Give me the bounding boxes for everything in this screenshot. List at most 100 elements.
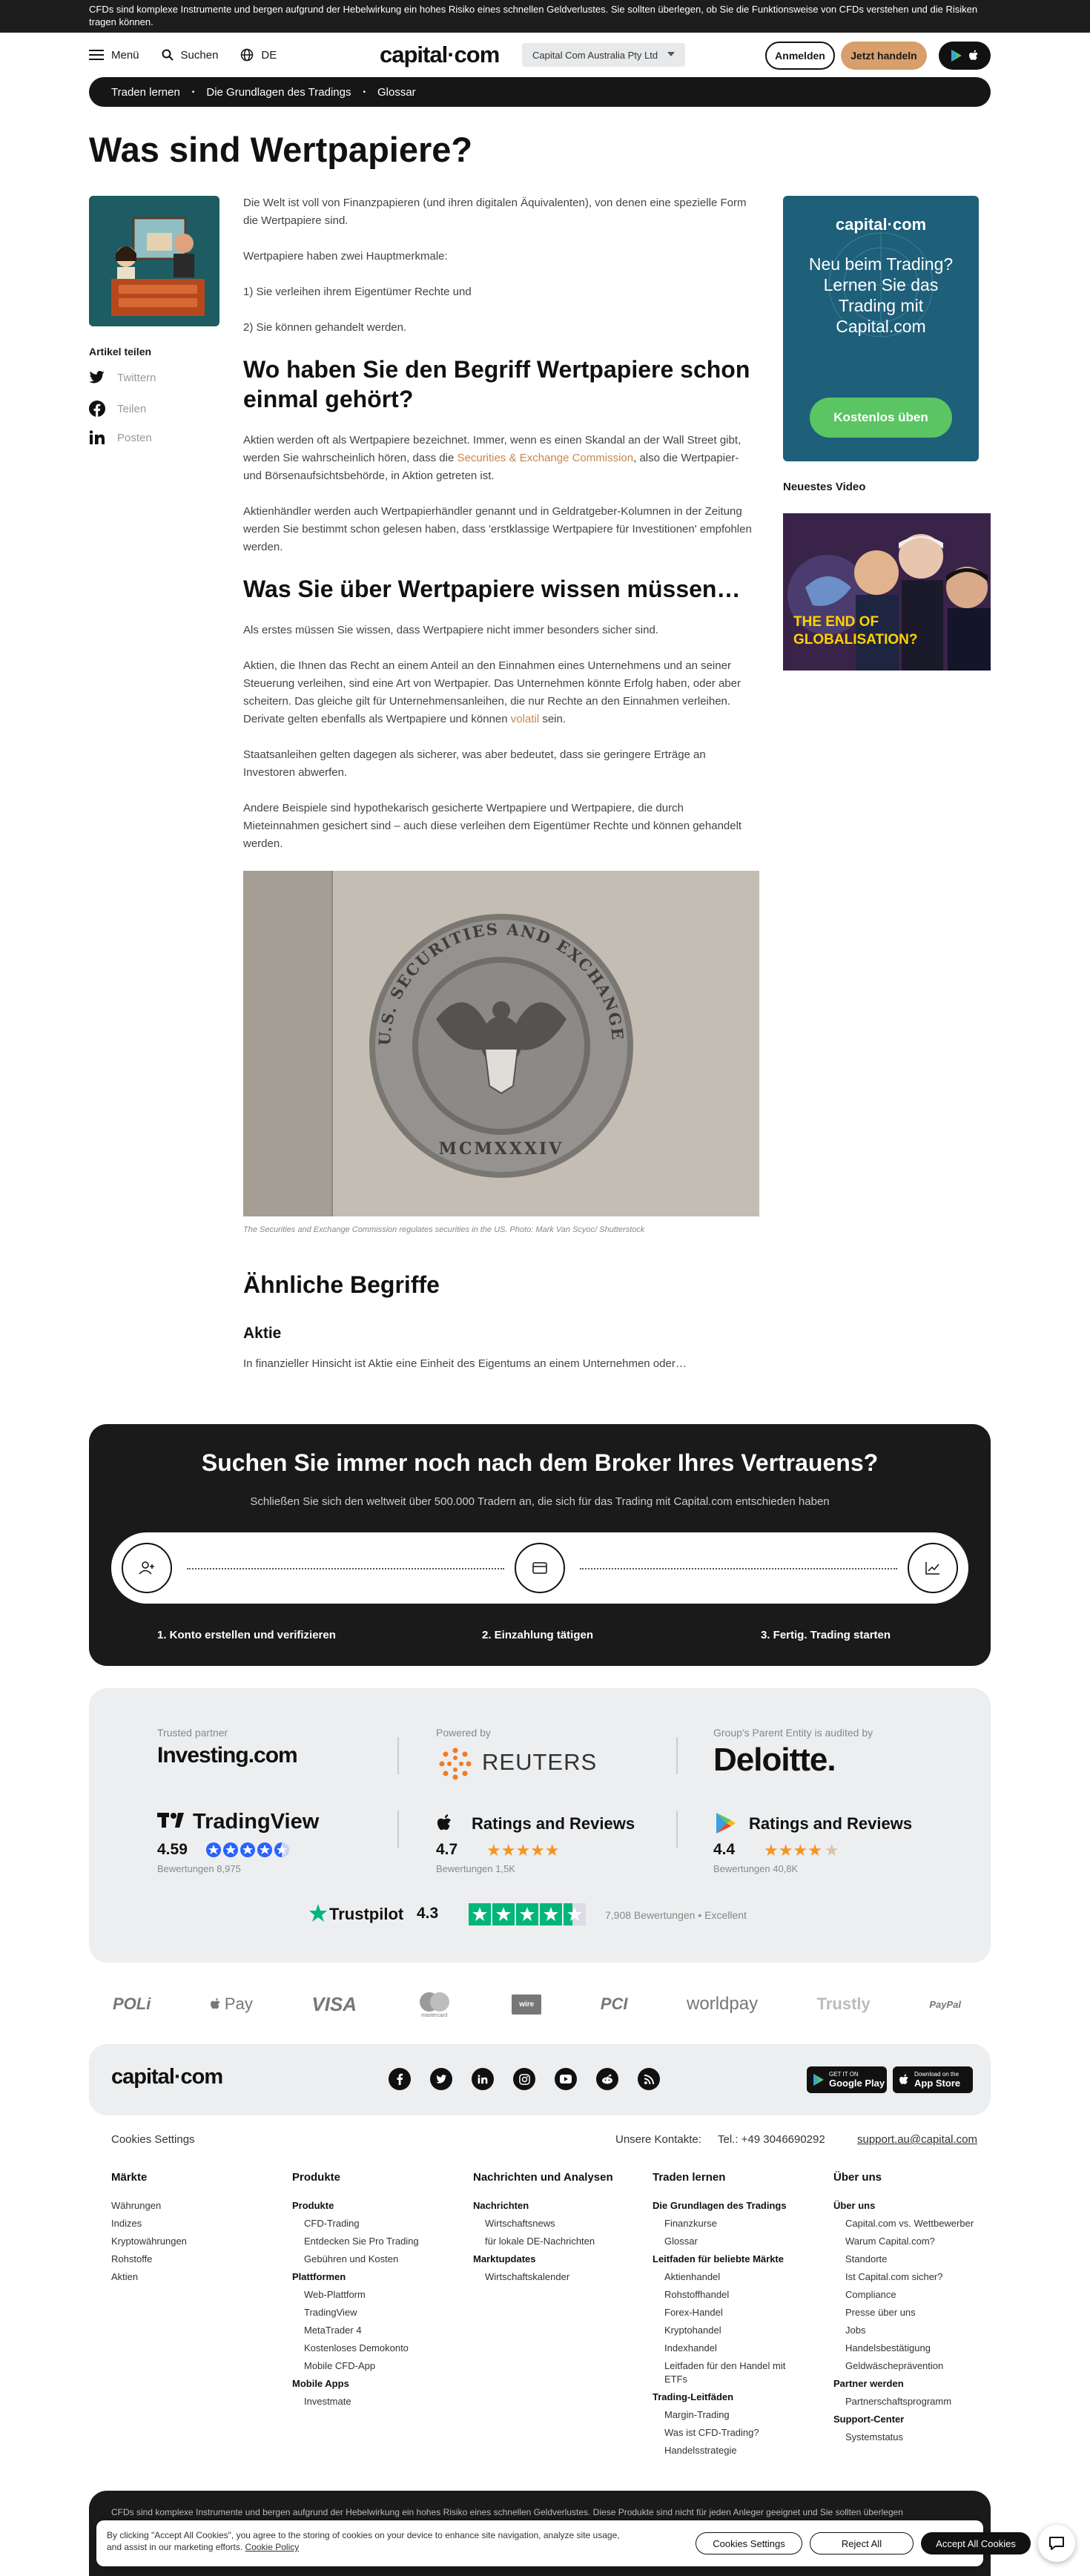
footer-subheading[interactable]: Plattformen (292, 2268, 455, 2286)
footer-link[interactable]: Standorte (833, 2250, 982, 2268)
accept-all-cookies-button[interactable]: Accept All Cookies (921, 2532, 1031, 2554)
footer-link[interactable]: Entdecken Sie Pro Trading (292, 2233, 455, 2250)
footer-link[interactable]: Capital.com vs. Wettbewerber (833, 2215, 982, 2233)
footer-link[interactable]: Mobile CFD-App (292, 2357, 455, 2375)
footer-link[interactable]: Web-Plattform (292, 2286, 455, 2304)
language-selector[interactable]: DE (240, 48, 277, 62)
linkedin-link[interactable] (472, 2068, 494, 2090)
footer-link[interactable]: Was ist CFD-Trading? (653, 2424, 801, 2442)
cookie-policy-link[interactable]: Cookie Policy (245, 2542, 300, 2552)
practice-free-button[interactable]: Kostenlos üben (810, 398, 952, 438)
footer-link[interactable]: Rohstoffe (111, 2250, 274, 2268)
facebook-link[interactable] (389, 2068, 411, 2090)
footer-subheading[interactable]: Nachrichten (473, 2197, 614, 2215)
entity-selector-value: Capital Com Australia Pty Ltd (532, 49, 658, 61)
reject-all-button[interactable]: Reject All (810, 2532, 914, 2554)
divider (676, 1737, 678, 1774)
latest-video-thumbnail[interactable]: THE END OF GLOBALISATION? (783, 513, 991, 671)
rss-link[interactable] (638, 2068, 660, 2090)
footer-link[interactable]: Jobs (833, 2322, 982, 2339)
breadcrumb-item-glossary[interactable]: Glossar (377, 86, 416, 99)
footer-subheading[interactable]: Partner werden (833, 2375, 982, 2393)
email-link[interactable]: support.au@capital.com (857, 2133, 977, 2146)
footer-subheading[interactable]: Die Grundlagen des Tradings (653, 2197, 801, 2215)
footer-link[interactable]: Investmate (292, 2393, 455, 2411)
footer-link[interactable]: Aktienhandel (653, 2268, 801, 2286)
footer-link[interactable]: MetaTrader 4 (292, 2322, 455, 2339)
globe-icon (241, 48, 254, 62)
footer-link[interactable]: Rohstoffhandel (653, 2286, 801, 2304)
footer-link[interactable]: Wirtschaftskalender (473, 2268, 614, 2286)
app-store-small: Download on the (914, 2071, 959, 2078)
footer-link[interactable]: Aktien (111, 2268, 274, 2286)
footer-link[interactable]: Compliance (833, 2286, 982, 2304)
footer-link[interactable]: Wirtschaftsnews (473, 2215, 614, 2233)
trade-now-button[interactable]: Jetzt handeln (841, 42, 927, 70)
footer-link[interactable]: TradingView (292, 2304, 455, 2322)
footer-link[interactable]: Ist Capital.com sicher? (833, 2268, 982, 2286)
footer-link[interactable]: Leitfaden für den Handel mit ETFs (653, 2357, 801, 2388)
footer-subheading[interactable]: Mobile Apps (292, 2375, 455, 2393)
apple-pay-label: Pay (224, 1994, 253, 2013)
cookie-settings-button[interactable]: Cookies Settings (696, 2532, 802, 2554)
share-facebook[interactable]: Teilen (89, 401, 146, 417)
footer-link[interactable]: Indizes (111, 2215, 274, 2233)
footer-cookie-settings-link[interactable]: Cookies Settings (111, 2133, 195, 2146)
tradingview-icon (157, 1813, 184, 1828)
breadcrumb-item-learn[interactable]: Traden lernen (111, 86, 180, 99)
footer-link[interactable]: Finanzkurse (653, 2215, 801, 2233)
footer-link[interactable]: Kryptohandel (653, 2322, 801, 2339)
share-twitter[interactable]: Twittern (89, 371, 156, 384)
footer-link[interactable]: Geldwäscheprävention (833, 2357, 982, 2375)
footer-risk-text: CFDs sind komplexe Instrumente und berge… (111, 2507, 903, 2517)
twitter-link[interactable] (430, 2068, 452, 2090)
footer-link[interactable]: Gebühren und Kosten (292, 2250, 455, 2268)
chat-button[interactable] (1038, 2525, 1075, 2562)
footer-link[interactable]: Handelsstrategie (653, 2442, 801, 2460)
sec-link[interactable]: Securities & Exchange Commission (458, 452, 634, 464)
footer-link[interactable]: Presse über uns (833, 2304, 982, 2322)
step-deposit-circle (515, 1543, 565, 1593)
app-store-badge[interactable]: Download on the App Store (893, 2066, 973, 2093)
footer-link[interactable]: Margin-Trading (653, 2406, 801, 2424)
footer-link[interactable]: Glossar (653, 2233, 801, 2250)
footer-subheading[interactable]: Support-Center (833, 2411, 982, 2428)
footer-subheading[interactable]: Leitfaden für beliebte Märkte (653, 2250, 801, 2268)
footer-link[interactable]: Kostenloses Demokonto (292, 2339, 455, 2357)
footer-link[interactable]: Kryptowährungen (111, 2233, 274, 2250)
breadcrumb-item-basics[interactable]: Die Grundlagen des Tradings (206, 86, 351, 99)
reddit-link[interactable] (596, 2068, 618, 2090)
footer-link[interactable]: Währungen (111, 2197, 274, 2215)
footer-subheading[interactable]: Marktupdates (473, 2250, 614, 2268)
footer-link[interactable]: Forex-Handel (653, 2304, 801, 2322)
footer-subheading[interactable]: Produkte (292, 2197, 455, 2215)
share-linkedin[interactable]: Posten (89, 430, 152, 445)
rss-icon (644, 2074, 654, 2084)
youtube-link[interactable] (555, 2068, 577, 2090)
menu-button[interactable]: Menü (89, 49, 139, 62)
entity-selector[interactable]: Capital Com Australia Pty Ltd (522, 43, 685, 67)
video-caption-line2: GLOBALISATION? (793, 632, 917, 648)
footer-subheading[interactable]: Über uns (833, 2197, 982, 2215)
google-play-badge[interactable]: GET IT ON Google Play (807, 2066, 887, 2093)
footer-link[interactable]: Partnerschaftsprogramm (833, 2393, 982, 2411)
tradingview-count: Bewertungen 8,975 (157, 1863, 241, 1874)
capital-com-logo[interactable]: capital·com (380, 42, 500, 68)
volatile-link[interactable]: volatil (511, 713, 539, 725)
instagram-link[interactable] (513, 2068, 535, 2090)
footer-link[interactable]: CFD-Trading (292, 2215, 455, 2233)
footer-subheading[interactable]: Trading-Leitfäden (653, 2388, 801, 2406)
footer-logo[interactable]: capital·com (111, 2065, 223, 2089)
related-term-title[interactable]: Aktie (243, 1325, 281, 1343)
footer-link[interactable]: für lokale DE-Nachrichten (473, 2233, 614, 2250)
footer-link[interactable]: Indexhandel (653, 2339, 801, 2357)
search-button[interactable]: Suchen (162, 49, 218, 62)
login-button[interactable]: Anmelden (765, 42, 835, 70)
app-download-button[interactable] (939, 42, 991, 70)
cookie-message: By clicking "Accept All Cookies", you ag… (107, 2530, 620, 2552)
footer-link[interactable]: Handelsbestätigung (833, 2339, 982, 2357)
footer-link[interactable]: Systemstatus (833, 2428, 982, 2446)
phone-link[interactable]: Tel.: +49 3046690292 (718, 2133, 825, 2146)
footer-link[interactable]: Warum Capital.com? (833, 2233, 982, 2250)
seal-year: MCMXXXIV (439, 1139, 564, 1159)
